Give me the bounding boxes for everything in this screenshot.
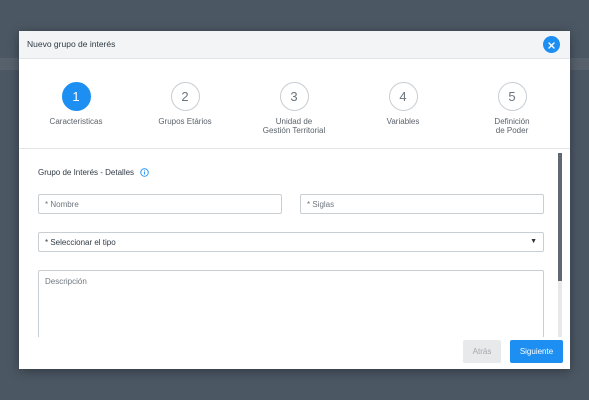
back-button[interactable]: Atrás (463, 340, 501, 363)
step-label: Caracteristicas (49, 117, 103, 126)
nombre-placeholder: * Nombre (45, 199, 79, 209)
step-label: Variables (386, 117, 420, 126)
caret-down-icon: ▼ (530, 238, 537, 245)
step-label: Definición de Poder (494, 117, 530, 135)
step-5[interactable]: 5 Definición de Poder (467, 82, 557, 135)
info-icon[interactable] (140, 168, 149, 177)
tipo-select[interactable]: * Seleccionar el tipo ▼ (38, 232, 544, 252)
step-2[interactable]: 2 Grupos Etários (140, 82, 230, 126)
step-circle[interactable]: 3 (279, 82, 309, 111)
form-details: Grupo de Interés - Detalles * Nombre * S… (19, 149, 560, 337)
step-label: Grupos Etários (158, 117, 212, 126)
new-interest-group-modal: Nuevo grupo de interés 1 Caracteristicas… (19, 31, 570, 369)
descripcion-placeholder: Descripción (45, 277, 87, 286)
nombre-field[interactable]: * Nombre (38, 194, 282, 214)
step-circle[interactable]: 4 (388, 82, 418, 111)
scrollbar-thumb[interactable] (558, 153, 562, 281)
step-4[interactable]: 4 Variables (358, 82, 448, 126)
descripcion-textarea[interactable]: Descripción (38, 270, 544, 337)
step-label: Unidad de Gestión Territorial (262, 117, 326, 135)
step-3[interactable]: 3 Unidad de Gestión Territorial (249, 82, 339, 135)
modal-title: Nuevo grupo de interés (27, 39, 116, 49)
form-scrollbar[interactable] (558, 153, 562, 337)
step-1[interactable]: 1 Caracteristicas (31, 82, 121, 126)
modal-header: Nuevo grupo de interés (19, 31, 570, 59)
step-circle[interactable]: 5 (497, 82, 527, 111)
step-circle[interactable]: 1 (61, 82, 91, 111)
siglas-placeholder: * Siglas (307, 199, 335, 209)
step-circle[interactable]: 2 (170, 82, 200, 111)
close-button[interactable] (543, 36, 560, 53)
section-title-text: Grupo de Interés - Detalles (38, 168, 135, 177)
tipo-selected-value: * Seleccionar el tipo (45, 237, 116, 247)
stepper: 1 Caracteristicas 2 Grupos Etários 3 Uni… (19, 58, 570, 149)
next-button[interactable]: Siguiente (510, 340, 563, 363)
siglas-field[interactable]: * Siglas (300, 194, 544, 214)
close-icon (548, 36, 555, 54)
section-title: Grupo de Interés - Detalles (38, 168, 149, 177)
